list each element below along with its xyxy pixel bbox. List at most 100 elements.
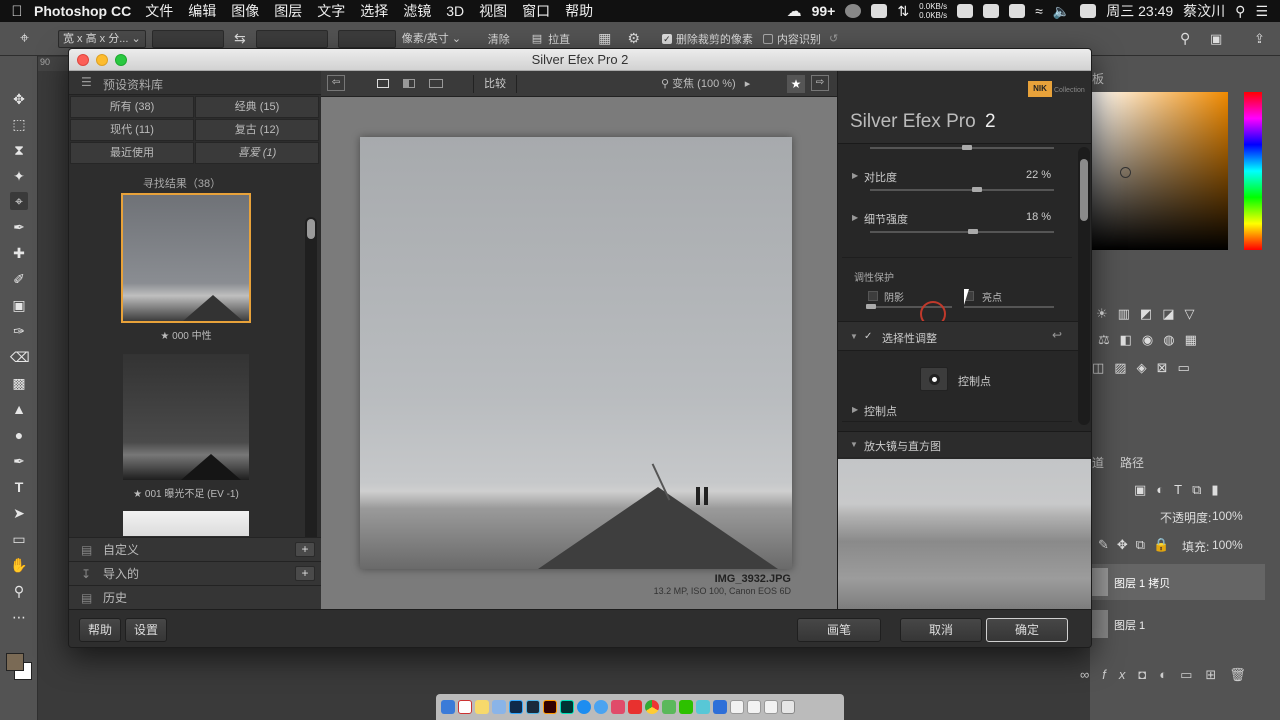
reset-icon[interactable]: ↺: [829, 32, 838, 45]
resolution-field[interactable]: [337, 29, 396, 48]
hand-tool-icon[interactable]: ✋: [10, 556, 28, 574]
healing-icon[interactable]: ✚: [10, 244, 28, 262]
photoshop-icon[interactable]: [509, 700, 523, 714]
fill-field[interactable]: 100%: [1212, 536, 1256, 554]
layer-row[interactable]: 图层 1: [1090, 606, 1265, 642]
paths-tab[interactable]: 路径: [1120, 454, 1144, 471]
loupe-header[interactable]: ▼ 放大镜与直方图: [838, 431, 1091, 457]
adjustment-icons-row1[interactable]: ☀▥◩◪▽: [1096, 306, 1205, 322]
foreground-color-swatch[interactable]: [6, 653, 24, 671]
clear-button[interactable]: 清除: [482, 29, 516, 49]
history-brush-icon[interactable]: ✑: [10, 322, 28, 340]
shadow-slider-knob[interactable]: [866, 304, 876, 309]
contrast-slider-track[interactable]: [870, 189, 1054, 191]
preset-thumbnail[interactable]: [123, 354, 249, 480]
wifi-icon[interactable]: ≈: [1035, 3, 1043, 19]
weibo-icon[interactable]: [628, 700, 642, 714]
filter-recent[interactable]: 最近使用: [70, 142, 194, 164]
document-icon[interactable]: [730, 700, 744, 714]
wechat-icon[interactable]: [679, 700, 693, 714]
menu-filter[interactable]: 滤镜: [403, 1, 431, 21]
swatch-tab[interactable]: 板: [1092, 70, 1104, 87]
gradient-icon[interactable]: ▩: [10, 374, 28, 392]
menu-select[interactable]: 选择: [360, 1, 388, 21]
move-tool-icon[interactable]: ✥: [10, 90, 28, 108]
quick-select-icon[interactable]: ✦: [10, 167, 28, 185]
crop-tool-icon[interactable]: ⌖: [20, 30, 50, 48]
lightroom-icon[interactable]: [526, 700, 540, 714]
qq-icon[interactable]: [713, 700, 727, 714]
menu-edit[interactable]: 编辑: [188, 1, 216, 21]
audition-icon[interactable]: [560, 700, 574, 714]
crop-tool-icon[interactable]: ⌖: [10, 192, 28, 210]
illustrator-icon[interactable]: [543, 700, 557, 714]
brush-button[interactable]: 画笔: [797, 618, 881, 642]
content-aware-checkbox[interactable]: [762, 33, 773, 44]
marquee-tool-icon[interactable]: ⬚: [10, 115, 28, 133]
grid-icon[interactable]: [1009, 4, 1026, 18]
loupe-toggle-icon[interactable]: ★: [787, 75, 805, 93]
music-icon[interactable]: [611, 700, 625, 714]
flag-icon[interactable]: [957, 4, 974, 18]
eraser-icon[interactable]: ⌫: [10, 348, 30, 366]
preset-thumbnail-partial[interactable]: [123, 511, 249, 536]
control-points-section[interactable]: 控制点: [864, 403, 897, 419]
menu-view[interactable]: 视图: [479, 1, 507, 21]
menu-layer[interactable]: 图层: [274, 1, 302, 21]
screen-icon[interactable]: [983, 4, 1000, 18]
share-icon[interactable]: ⇪: [1254, 31, 1265, 47]
cancel-button[interactable]: 取消: [900, 618, 982, 642]
ok-button[interactable]: 确定: [986, 618, 1068, 642]
expand-triangle-icon[interactable]: ▶: [852, 171, 858, 180]
color-picker-cursor[interactable]: [1120, 167, 1131, 178]
height-field[interactable]: [255, 29, 328, 48]
scrollbar-thumb[interactable]: [307, 219, 315, 239]
sync-icon[interactable]: ⇅: [897, 3, 909, 20]
search-icon[interactable]: ⚲: [1180, 30, 1190, 47]
document-icon[interactable]: [747, 700, 761, 714]
hide-panel-icon[interactable]: ⇨: [811, 75, 829, 91]
straighten-icon[interactable]: ▤: [532, 32, 542, 45]
help-button[interactable]: 帮助: [79, 618, 121, 642]
document-icon[interactable]: [764, 700, 778, 714]
more-tools-icon[interactable]: ⋯: [10, 608, 28, 626]
apple-icon[interactable]: : [0, 3, 34, 20]
lasso-tool-icon[interactable]: ⧗: [10, 141, 28, 159]
menu-window[interactable]: 窗口: [522, 1, 550, 21]
color-picker-field[interactable]: [1092, 92, 1228, 250]
menu-help[interactable]: 帮助: [565, 1, 593, 21]
user-name[interactable]: 蔡汶川: [1183, 1, 1225, 21]
library-scrollbar[interactable]: [305, 217, 317, 581]
path-select-icon[interactable]: ➤: [10, 504, 28, 522]
structure-slider-knob[interactable]: [968, 229, 978, 234]
workspace-icon[interactable]: ▣: [1210, 31, 1222, 47]
zoom-control[interactable]: ⚲ 变焦 (100 %) ▸: [661, 75, 773, 93]
safari-icon[interactable]: [594, 700, 608, 714]
settings-button[interactable]: 设置: [125, 618, 167, 642]
filter-modern[interactable]: 现代 (11): [70, 119, 194, 141]
evernote-icon[interactable]: [871, 4, 888, 18]
layer-row-selected[interactable]: 图层 1 拷贝: [1090, 564, 1265, 600]
opacity-field[interactable]: 100%: [1212, 507, 1256, 525]
maps-icon[interactable]: [662, 700, 676, 714]
selective-header[interactable]: ▼ ✓ 选择性调整 ↩: [838, 321, 1078, 351]
loupe-preview[interactable]: [838, 459, 1091, 609]
channels-tab[interactable]: 道: [1092, 454, 1104, 471]
filter-favorites[interactable]: 喜爱 (1): [195, 142, 319, 164]
close-window-button[interactable]: [77, 54, 89, 66]
delete-cropped-checkbox[interactable]: ✓: [661, 33, 672, 44]
highlight-slider-track[interactable]: [964, 306, 1054, 308]
split-view-icon[interactable]: [403, 79, 415, 88]
tool-icon[interactable]: [696, 700, 710, 714]
trash-icon[interactable]: [781, 700, 795, 714]
dodge-tool-icon[interactable]: ●: [10, 426, 28, 444]
section-history[interactable]: ▤ 历史: [69, 585, 321, 609]
filter-classic[interactable]: 经典 (15): [195, 96, 319, 118]
overlay-grid-icon[interactable]: ▦: [598, 30, 611, 47]
calendar-icon[interactable]: [458, 700, 472, 714]
finder-icon[interactable]: [441, 700, 455, 714]
layers-bottom-toolbar[interactable]: ∞fx◘◐▭⊞🗑: [1040, 664, 1280, 686]
add-control-point-button[interactable]: [920, 367, 948, 391]
menu-image[interactable]: 图像: [231, 1, 259, 21]
adjust-scrollbar[interactable]: [1078, 147, 1090, 425]
